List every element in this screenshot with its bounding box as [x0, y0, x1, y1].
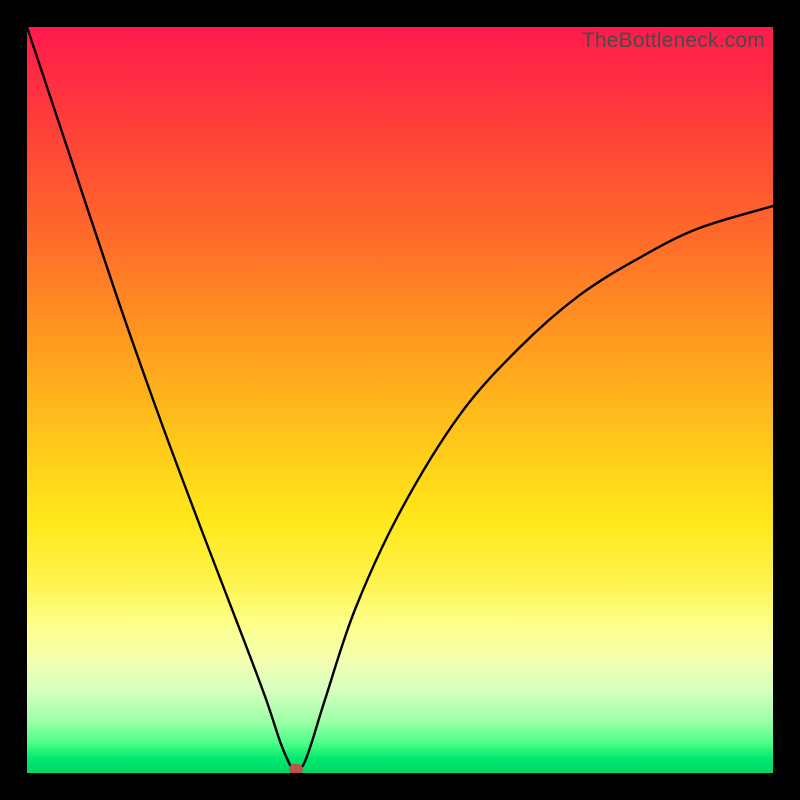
optimum-marker [289, 764, 303, 773]
bottleneck-curve [27, 27, 773, 770]
curve-svg [27, 27, 773, 773]
plot-area: TheBottleneck.com [27, 27, 773, 773]
chart-frame: TheBottleneck.com [0, 0, 800, 800]
